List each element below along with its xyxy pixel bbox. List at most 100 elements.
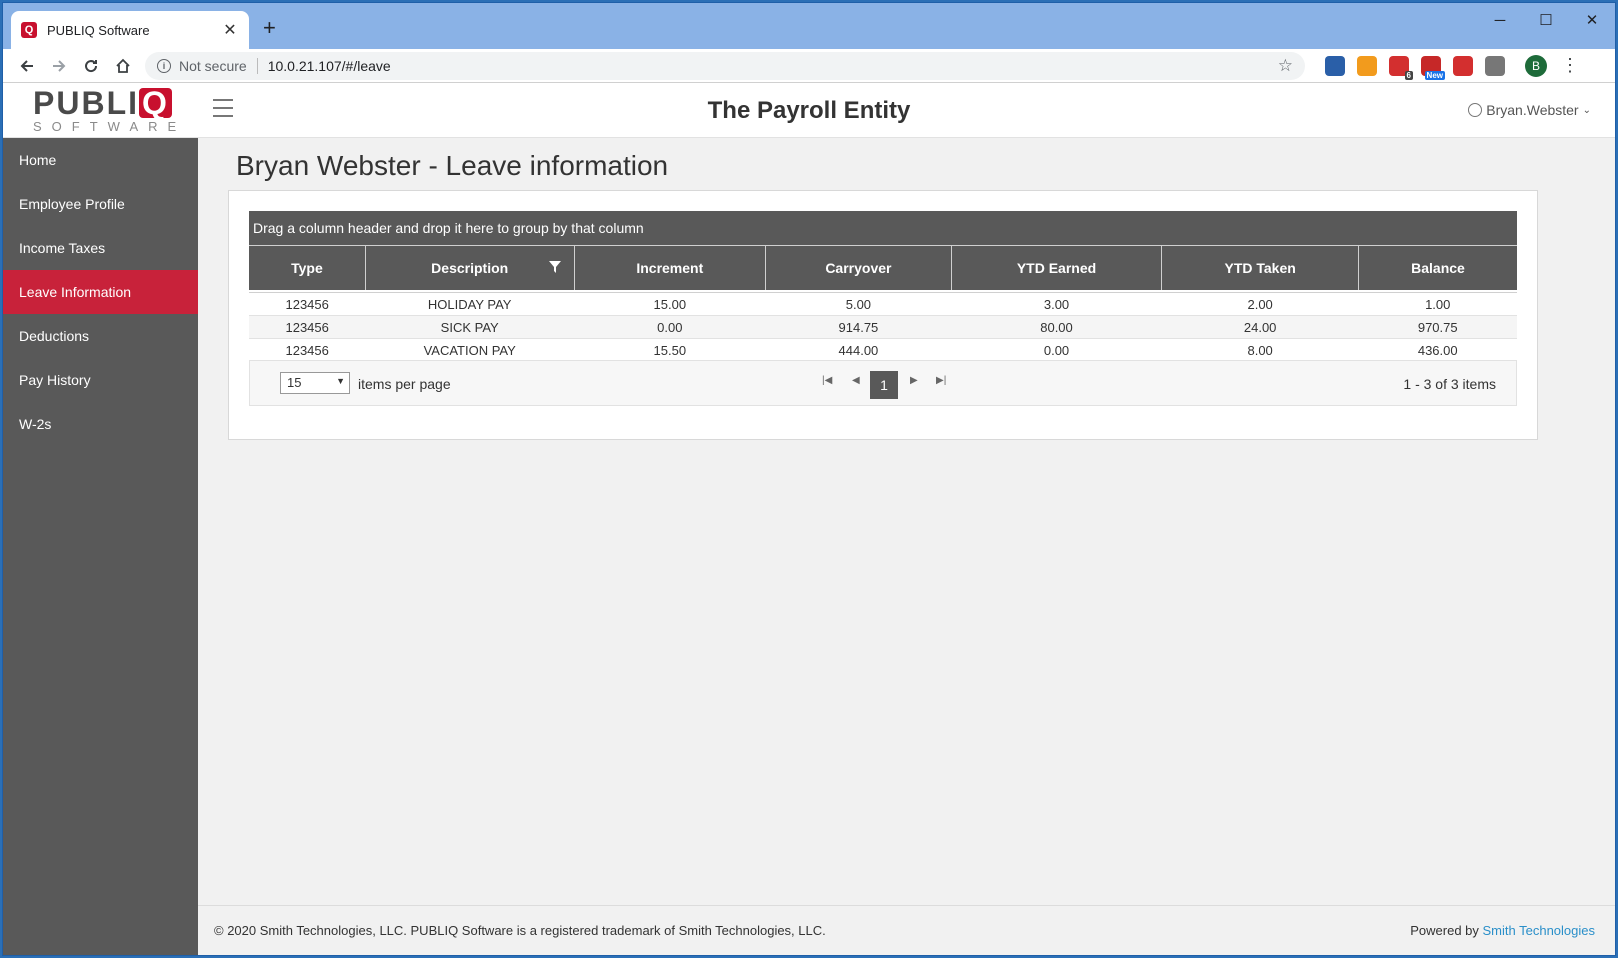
- back-arrow-icon: [20, 59, 33, 72]
- footer-powered-by: Powered by Smith Technologies: [1410, 923, 1595, 938]
- cell-description: VACATION PAY: [365, 338, 575, 362]
- user-name: Bryan.Webster: [1486, 102, 1579, 118]
- dropdown-arrow-icon: ▼: [336, 376, 345, 386]
- tab-title: PUBLIQ Software: [47, 22, 150, 38]
- cell-increment: 15.00: [574, 292, 766, 316]
- last-page-icon[interactable]: ▶|: [936, 375, 946, 386]
- table-row[interactable]: 123456 HOLIDAY PAY 15.00 5.00 3.00 2.00 1.00: [249, 292, 1517, 316]
- column-header-label: Balance: [1411, 259, 1465, 276]
- first-page-icon[interactable]: |◀: [822, 375, 832, 386]
- sidebar-item-home[interactable]: Home: [3, 138, 198, 182]
- eyedropper-extension-icon[interactable]: [1325, 55, 1345, 76]
- omnibox-divider: [256, 57, 258, 74]
- column-header-label: YTD Taken: [1224, 259, 1296, 276]
- tab-close-icon[interactable]: ✕: [221, 20, 239, 40]
- column-header-increment[interactable]: Increment: [573, 245, 766, 290]
- cell-increment: 15.50: [574, 338, 766, 362]
- calendar-extension-icon[interactable]: 6: [1389, 55, 1413, 80]
- rss-extension-icon[interactable]: [1357, 55, 1377, 76]
- page-title: Bryan Webster - Leave information: [236, 150, 669, 181]
- items-per-page-label: items per page: [358, 376, 451, 392]
- sidebar-item-leave-information[interactable]: Leave Information: [3, 270, 198, 314]
- filter-icon[interactable]: [548, 260, 562, 274]
- column-header-ytd-earned[interactable]: YTD Earned: [950, 245, 1162, 290]
- home-icon: [116, 58, 130, 73]
- url-text[interactable]: 10.0.21.107/#/leave: [268, 58, 1278, 74]
- browser-menu-icon[interactable]: ⋮: [1561, 55, 1579, 76]
- column-header-label: Description: [431, 259, 509, 276]
- column-header-type[interactable]: Type: [249, 245, 366, 290]
- next-page-icon[interactable]: ▶: [910, 375, 918, 386]
- cell-ytd-earned: 3.00: [951, 292, 1162, 316]
- column-header-label: Carryover: [825, 259, 892, 276]
- forward-button[interactable]: [43, 52, 75, 80]
- column-header-description[interactable]: Description: [364, 245, 575, 290]
- ublock-extension-icon[interactable]: New: [1421, 55, 1445, 80]
- cell-balance: 970.75: [1358, 315, 1517, 339]
- main-content: Bryan Webster - Leave information Drag a…: [198, 138, 1615, 955]
- page-size-value: 15: [287, 375, 302, 390]
- back-button[interactable]: [11, 52, 43, 80]
- grid-pager: 15 ▼ items per page |◀ ◀ 1 ▶ ▶| 1 - 3 of…: [249, 360, 1517, 406]
- sidebar-nav: Home Employee Profile Income Taxes Leave In…: [3, 138, 198, 955]
- home-button[interactable]: [107, 52, 139, 80]
- column-header-ytd-taken[interactable]: YTD Taken: [1161, 245, 1359, 290]
- window-controls: ─ ☐ ✕: [1477, 3, 1615, 37]
- cell-ytd-earned: 80.00: [951, 315, 1162, 339]
- cell-description: SICK PAY: [365, 315, 575, 339]
- sidebar-item-income-taxes[interactable]: Income Taxes: [3, 226, 198, 270]
- table-row[interactable]: 123456 VACATION PAY 15.50 444.00 0.00 8.00 436…: [249, 338, 1517, 362]
- cell-type: 123456: [249, 315, 366, 339]
- browser-tab[interactable]: Q PUBLIQ Software ✕: [11, 11, 249, 49]
- cell-ytd-taken: 24.00: [1161, 315, 1359, 339]
- cell-carryover: 914.75: [765, 315, 952, 339]
- page-footer: © 2020 Smith Technologies, LLC. PUBLIQ S…: [198, 905, 1615, 955]
- column-header-carryover[interactable]: Carryover: [765, 245, 952, 290]
- previous-page-icon[interactable]: ◀: [852, 375, 860, 386]
- cell-balance: 1.00: [1358, 292, 1517, 316]
- sidebar-item-pay-history[interactable]: Pay History: [3, 358, 198, 402]
- info-icon[interactable]: i: [157, 58, 171, 73]
- circle-extension-icon[interactable]: [1485, 55, 1505, 76]
- reload-button[interactable]: [75, 52, 107, 80]
- leave-grid: Type Description Increment Carryover YTD Ear…: [249, 245, 1517, 362]
- sidebar-item-employee-profile[interactable]: Employee Profile: [3, 182, 198, 226]
- cell-balance: 436.00: [1358, 338, 1517, 362]
- current-page-button[interactable]: 1: [870, 371, 898, 399]
- cell-ytd-earned: 0.00: [951, 338, 1162, 362]
- sidebar-item-deductions[interactable]: Deductions: [3, 314, 198, 358]
- group-drop-zone[interactable]: Drag a column header and drop it here to…: [249, 211, 1517, 245]
- bookmark-star-icon[interactable]: ☆: [1278, 56, 1293, 76]
- maximize-button[interactable]: ☐: [1523, 3, 1569, 37]
- smith-technologies-link[interactable]: Smith Technologies: [1483, 923, 1596, 938]
- table-row[interactable]: 123456 SICK PAY 0.00 914.75 80.00 24.00 970.75: [249, 315, 1517, 339]
- sidebar-item-w-2s[interactable]: W-2s: [3, 402, 198, 446]
- vivaldi-extension-icon[interactable]: [1453, 55, 1473, 76]
- security-label: Not secure: [179, 57, 247, 74]
- cell-description: HOLIDAY PAY: [365, 292, 575, 316]
- extension-badge: 6: [1404, 70, 1413, 80]
- minimize-button[interactable]: ─: [1477, 3, 1523, 37]
- pager-info: 1 - 3 of 3 items: [1403, 376, 1496, 392]
- app-header: PUBLIQ SOFTWARE The Payroll Entity Bryan…: [3, 83, 1615, 138]
- powered-by-label: Powered by: [1410, 923, 1483, 938]
- new-tab-button[interactable]: +: [263, 17, 276, 39]
- cell-carryover: 5.00: [765, 292, 952, 316]
- browser-titlebar: Q PUBLIQ Software ✕ + ─ ☐ ✕: [3, 3, 1615, 49]
- column-header-label: YTD Earned: [1016, 259, 1097, 276]
- extension-badge: New: [1424, 70, 1445, 80]
- close-window-button[interactable]: ✕: [1569, 3, 1615, 37]
- publiq-favicon-icon: Q: [21, 22, 37, 38]
- user-menu[interactable]: Bryan.Webster ⌄: [1468, 102, 1591, 118]
- column-header-label: Increment: [636, 259, 704, 276]
- footer-copyright: © 2020 Smith Technologies, LLC. PUBLIQ S…: [214, 923, 826, 938]
- page-size-select[interactable]: 15 ▼: [280, 372, 350, 394]
- column-header-balance[interactable]: Balance: [1357, 245, 1517, 290]
- extensions-area: 6 New: [1319, 55, 1511, 80]
- entity-title: The Payroll Entity: [707, 97, 911, 124]
- cell-carryover: 444.00: [765, 338, 952, 362]
- cell-type: 123456: [249, 292, 366, 316]
- leave-panel: Drag a column header and drop it here to…: [228, 190, 1538, 440]
- address-bar[interactable]: i Not secure 10.0.21.107/#/leave ☆: [145, 51, 1305, 80]
- profile-avatar[interactable]: B: [1525, 54, 1547, 77]
